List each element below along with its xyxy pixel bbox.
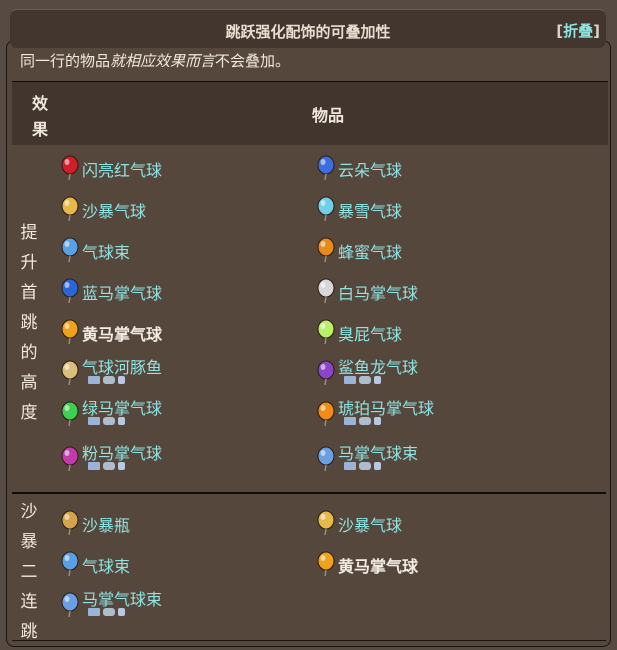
mobile-icon xyxy=(118,376,125,384)
platform-icons xyxy=(344,417,381,427)
desktop-icon xyxy=(88,462,100,470)
sandstorm-balloon-icon xyxy=(317,510,335,536)
item-link[interactable]: 沙暴气球 xyxy=(338,512,402,536)
green-horseshoe-balloon-icon xyxy=(61,401,79,427)
item-link[interactable]: 粉马掌气球 xyxy=(82,440,162,464)
item-link[interactable]: 臭屁气球 xyxy=(338,321,402,345)
sandstorm-balloon-icon xyxy=(61,196,79,222)
gamepad-icon xyxy=(103,417,115,425)
platform-icons xyxy=(344,462,381,472)
item-link[interactable]: 白马掌气球 xyxy=(338,280,418,304)
desktop-icon xyxy=(344,462,356,470)
mobile-icon xyxy=(374,376,381,384)
desktop-icon xyxy=(88,376,100,384)
item-link[interactable]: 马掌气球束 xyxy=(82,586,162,610)
white-horseshoe-balloon-icon xyxy=(317,278,335,304)
table-bottom-border xyxy=(12,640,606,641)
item-link[interactable]: 黄马掌气球 xyxy=(82,321,162,345)
red-balloon-icon xyxy=(61,155,79,181)
platform-icons xyxy=(344,376,381,386)
gamepad-icon xyxy=(103,608,115,616)
item-link[interactable]: 沙暴瓶 xyxy=(82,512,130,536)
page-title: 跳跃强化配饰的可叠加性 xyxy=(225,23,391,41)
item-link[interactable]: 马掌气球束 xyxy=(338,440,418,464)
yellow-horseshoe-balloon-icon xyxy=(61,319,79,345)
item-link[interactable]: 蓝马掌气球 xyxy=(82,280,162,304)
item-link[interactable]: 气球束 xyxy=(82,239,130,263)
description: 同一行的物品就相应效果而言不会叠加。 xyxy=(20,52,291,70)
horseshoe-bundle-icon xyxy=(61,592,79,618)
row-divider xyxy=(12,492,606,494)
balloon-pufferfish-icon xyxy=(61,360,79,386)
platform-icons xyxy=(88,462,125,472)
collapse-link[interactable]: 折叠 xyxy=(563,22,593,40)
mobile-icon xyxy=(118,462,125,470)
cloud-balloon-icon xyxy=(317,155,335,181)
desktop-icon xyxy=(88,417,100,425)
honey-balloon-icon xyxy=(317,237,335,263)
amber-horseshoe-balloon-icon xyxy=(317,401,335,427)
mobile-icon xyxy=(374,462,381,470)
item-link[interactable]: 琥珀马掌气球 xyxy=(338,395,434,419)
item-link[interactable]: 沙暴气球 xyxy=(82,198,146,222)
mobile-icon xyxy=(118,417,125,425)
item-link[interactable]: 暴雪气球 xyxy=(338,198,402,222)
item-link[interactable]: 黄马掌气球 xyxy=(338,553,418,577)
item-link[interactable]: 绿马掌气球 xyxy=(82,395,162,419)
table-header: 效果 物品 xyxy=(12,81,608,145)
effect-cell: 沙暴二连跳 xyxy=(20,502,38,642)
blizzard-balloon-icon xyxy=(317,196,335,222)
item-link[interactable]: 蜂蜜气球 xyxy=(338,239,402,263)
item-link[interactable]: 鲨鱼龙气球 xyxy=(338,354,418,378)
balloon-bundle-icon xyxy=(61,551,79,577)
sharkron-balloon-icon xyxy=(317,360,335,386)
header-effect: 效果 xyxy=(31,94,48,139)
balloon-bundle-icon xyxy=(61,237,79,263)
desktop-icon xyxy=(88,608,100,616)
fart-balloon-icon xyxy=(317,319,335,345)
collapsible-header: 跳跃强化配饰的可叠加性 [折叠] xyxy=(10,9,606,48)
item-link[interactable]: 云朵气球 xyxy=(338,157,402,181)
platform-icons xyxy=(88,608,125,618)
collapse-toggle[interactable]: [折叠] xyxy=(556,20,600,41)
gamepad-icon xyxy=(103,376,115,384)
platform-icons xyxy=(88,376,125,386)
item-link[interactable]: 气球河豚鱼 xyxy=(82,354,162,378)
desktop-icon xyxy=(344,376,356,384)
yellow-horseshoe-balloon-icon xyxy=(317,551,335,577)
gamepad-icon xyxy=(359,417,371,425)
gamepad-icon xyxy=(359,376,371,384)
horseshoe-bundle-icon xyxy=(317,446,335,472)
item-link[interactable]: 气球束 xyxy=(82,553,130,577)
blue-horseshoe-balloon-icon xyxy=(61,278,79,304)
mobile-icon xyxy=(374,417,381,425)
pink-horseshoe-balloon-icon xyxy=(61,446,79,472)
sandstorm-bottle-icon xyxy=(61,510,79,536)
gamepad-icon xyxy=(359,462,371,470)
header-items: 物品 xyxy=(312,106,345,125)
effect-cell: 提升首跳的高度 xyxy=(20,223,38,423)
mobile-icon xyxy=(118,608,125,616)
platform-icons xyxy=(88,417,125,427)
item-link[interactable]: 闪亮红气球 xyxy=(82,157,162,181)
gamepad-icon xyxy=(103,462,115,470)
desktop-icon xyxy=(344,417,356,425)
